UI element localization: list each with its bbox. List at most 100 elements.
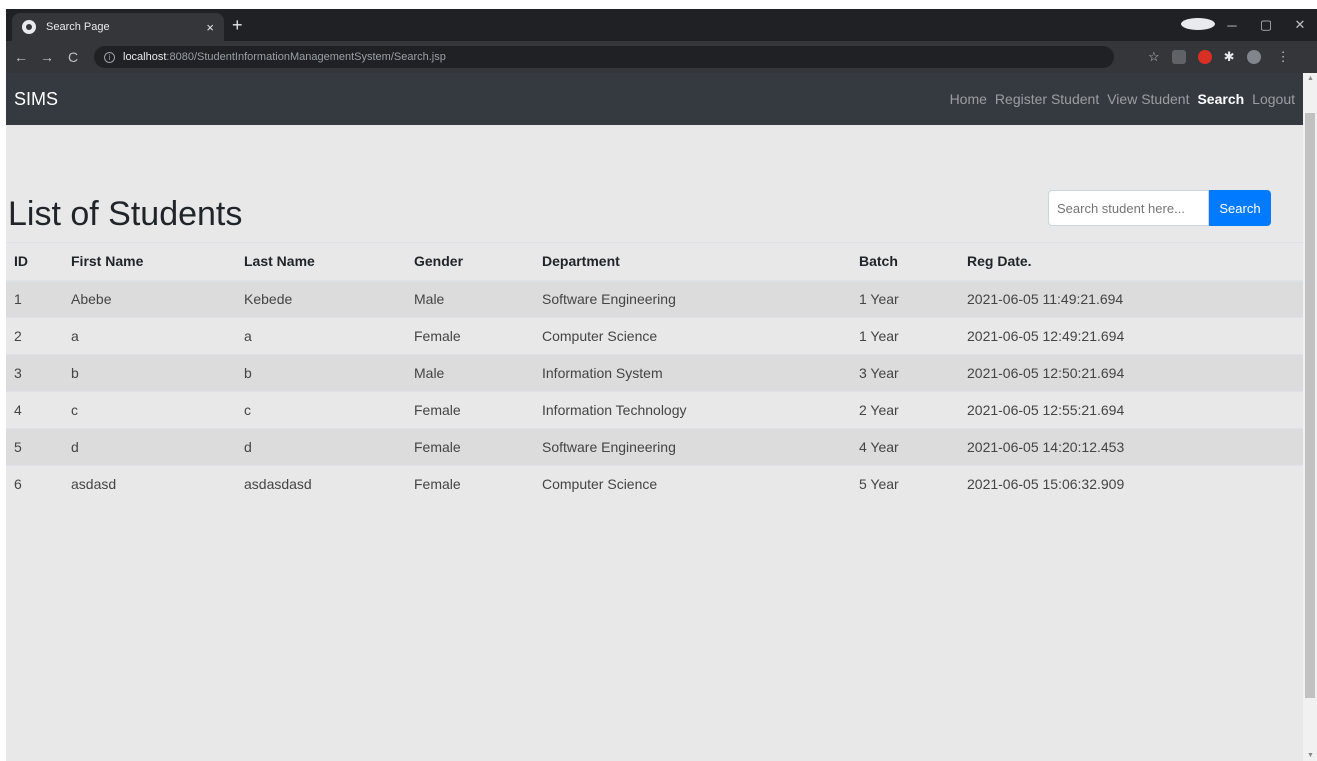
nav-home[interactable]: Home	[950, 91, 987, 107]
table-cell: 2021-06-05 12:55:21.694	[959, 391, 1303, 429]
table-cell: 2021-06-05 12:50:21.694	[959, 354, 1303, 392]
window-controls: ─ ▢ ✕	[1181, 9, 1317, 41]
table-cell: Male	[406, 280, 534, 318]
table-cell: Female	[406, 391, 534, 429]
table-row: 6 asdasd asdasdasd Female Computer Science 5 …	[6, 465, 1303, 503]
table-cell: 2	[6, 317, 63, 355]
nav-links: Home Register Student View Student Searc…	[950, 91, 1295, 107]
search-form: Search	[1048, 190, 1271, 226]
scrollbar-thumb[interactable]	[1305, 113, 1315, 698]
table-header-row: ID First Name Last Name Gender Departmen…	[6, 242, 1303, 282]
minimize-icon[interactable]: ─	[1215, 18, 1249, 33]
browser-chrome: Search Page × + ─ ▢ ✕ ← → C i localhost …	[6, 9, 1317, 73]
table-cell: 1	[6, 280, 63, 318]
table-cell: 1 Year	[851, 317, 959, 355]
col-id: ID	[6, 242, 63, 282]
col-reg-date: Reg Date.	[959, 242, 1303, 282]
reload-button[interactable]: C	[62, 49, 84, 65]
table-row: 5 d d Female Software Engineering 4 Year 2021-…	[6, 428, 1303, 466]
table-row: 3 b b Male Information System 3 Year 2021-06-0…	[6, 354, 1303, 392]
table-cell: 5	[6, 428, 63, 466]
students-table: ID First Name Last Name Gender Departmen…	[6, 242, 1303, 503]
col-department: Department	[534, 242, 851, 282]
extension-icon[interactable]	[1171, 50, 1186, 64]
nav-view-student[interactable]: View Student	[1107, 91, 1189, 107]
table-cell: asdasd	[63, 465, 236, 503]
table-cell: Female	[406, 428, 534, 466]
table-cell: c	[236, 391, 406, 429]
table-cell: 3	[6, 354, 63, 392]
col-first-name: First Name	[63, 242, 236, 282]
table-cell: Software Engineering	[534, 280, 851, 318]
table-row: 1 Abebe Kebede Male Software Engineering 1 Ye…	[6, 280, 1303, 318]
table-cell: asdasdasd	[236, 465, 406, 503]
nav-register-student[interactable]: Register Student	[995, 91, 1099, 107]
table-cell: 1 Year	[851, 280, 959, 318]
table-cell: Kebede	[236, 280, 406, 318]
table-cell: Information System	[534, 354, 851, 392]
table-body: 1 Abebe Kebede Male Software Engineering 1 Ye…	[6, 280, 1303, 503]
page-title: List of Students	[8, 195, 243, 233]
forward-button[interactable]: →	[36, 49, 58, 65]
table-cell: Computer Science	[534, 465, 851, 503]
kebab-menu-icon[interactable]: ⋮	[1277, 49, 1290, 65]
table-cell: Software Engineering	[534, 428, 851, 466]
site-navbar: SIMS Home Register Student View Student …	[6, 73, 1303, 125]
new-tab-button[interactable]: +	[232, 15, 243, 36]
col-last-name: Last Name	[236, 242, 406, 282]
address-bar[interactable]: i localhost :8080/StudentInformationMana…	[94, 46, 1114, 68]
table-cell: Abebe	[63, 280, 236, 318]
table-cell: b	[236, 354, 406, 392]
tab-strip: Search Page × + ─ ▢ ✕	[6, 9, 1317, 41]
table-row: 4 c c Female Information Technology 2 Year 202…	[6, 391, 1303, 429]
tab-title: Search Page	[46, 21, 110, 33]
bookmark-star-icon[interactable]: ☆	[1148, 49, 1160, 65]
extensions: ☆ ✱ ⋮	[1148, 49, 1290, 65]
table-cell: d	[63, 428, 236, 466]
col-gender: Gender	[406, 242, 534, 282]
table-cell: a	[63, 317, 236, 355]
table-cell: a	[236, 317, 406, 355]
table-cell: Female	[406, 317, 534, 355]
search-button[interactable]: Search	[1209, 190, 1271, 226]
scroll-up-icon[interactable]: ▲	[1307, 75, 1314, 82]
table-cell: 2021-06-05 15:06:32.909	[959, 465, 1303, 503]
browser-tab[interactable]: Search Page ×	[12, 13, 224, 41]
avatar[interactable]	[1246, 50, 1261, 64]
puzzle-icon[interactable]: ✱	[1224, 49, 1235, 65]
nav-search[interactable]: Search	[1197, 91, 1244, 107]
top-margin	[0, 0, 1317, 9]
globe-icon	[22, 20, 36, 34]
brand-logo[interactable]: SIMS	[14, 89, 58, 110]
table-cell: Female	[406, 465, 534, 503]
table-cell: Male	[406, 354, 534, 392]
table-row: 2 a a Female Computer Science 1 Year 2021-06-0…	[6, 317, 1303, 355]
close-window-icon[interactable]: ✕	[1283, 17, 1317, 33]
table-cell: 2021-06-05 12:49:21.694	[959, 317, 1303, 355]
toolbar: ← → C i localhost :8080/StudentInformati…	[6, 41, 1317, 73]
table-cell: 3 Year	[851, 354, 959, 392]
adblock-icon[interactable]	[1197, 50, 1212, 64]
table-cell: 2021-06-05 11:49:21.694	[959, 280, 1303, 318]
maximize-icon[interactable]: ▢	[1249, 17, 1283, 33]
search-input[interactable]	[1048, 190, 1209, 226]
table-cell: 4	[6, 391, 63, 429]
profile-menu-icon[interactable]	[1181, 17, 1215, 33]
url-host: localhost	[123, 51, 167, 63]
nav-logout[interactable]: Logout	[1252, 91, 1295, 107]
table-cell: c	[63, 391, 236, 429]
page-content: List of Students Search ID First Name La…	[6, 125, 1303, 761]
url-path: :8080/StudentInformationManagementSystem…	[166, 51, 446, 63]
info-icon[interactable]: i	[104, 51, 115, 63]
close-tab-icon[interactable]: ×	[206, 20, 214, 35]
scroll-down-icon[interactable]: ▼	[1307, 752, 1314, 759]
scrollbar[interactable]: ▲ ▼	[1303, 73, 1317, 761]
table-cell: 4 Year	[851, 428, 959, 466]
table-cell: Computer Science	[534, 317, 851, 355]
table-cell: 2 Year	[851, 391, 959, 429]
back-button[interactable]: ←	[10, 49, 32, 65]
table-cell: d	[236, 428, 406, 466]
col-batch: Batch	[851, 242, 959, 282]
table-cell: 2021-06-05 14:20:12.453	[959, 428, 1303, 466]
table-cell: 5 Year	[851, 465, 959, 503]
